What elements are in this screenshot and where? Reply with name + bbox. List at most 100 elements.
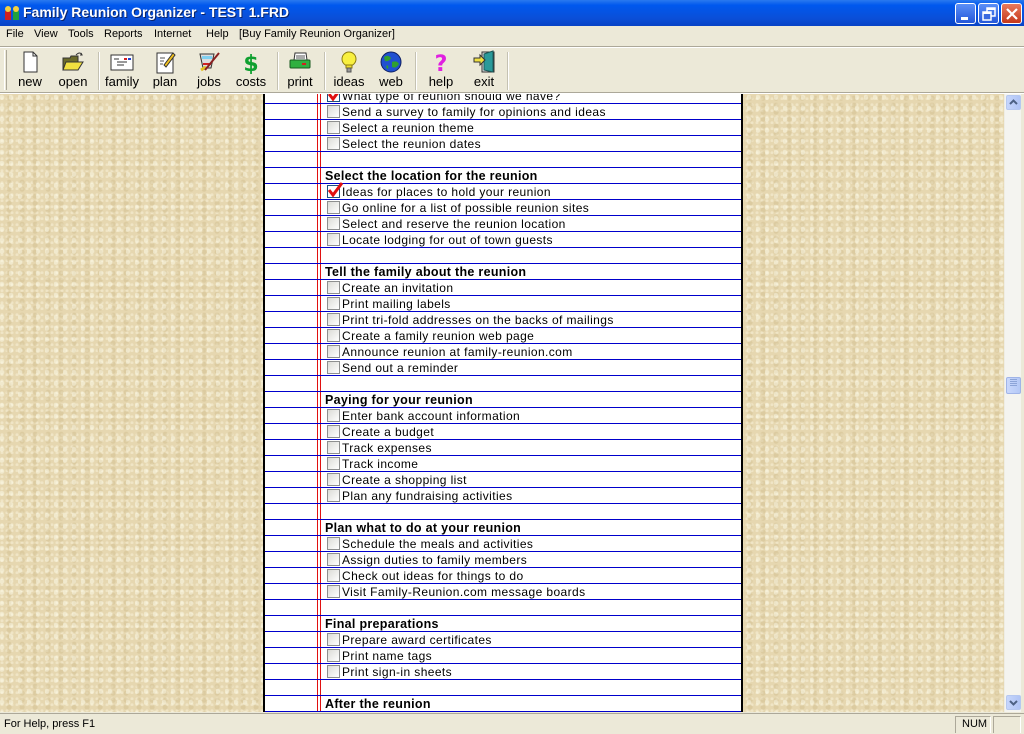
minimize-button[interactable] [955,3,976,24]
menu-file[interactable]: File [6,28,24,40]
checklist-item[interactable]: Print sign-in sheets [265,664,741,680]
checklist-item[interactable]: Print mailing labels [265,296,741,312]
section-heading-text: Tell the family about the reunion [325,265,527,279]
toolbar-costs-button[interactable]: $ costs [232,50,270,90]
close-button[interactable] [1001,3,1022,24]
task-checkbox[interactable] [327,425,340,438]
exit-door-icon [473,50,495,73]
checklist-item[interactable]: Announce reunion at family-reunion.com [265,344,741,360]
toolbar-help-label: help [428,74,454,89]
checklist-item[interactable]: Track income [265,456,741,472]
checklist-item[interactable]: Plan any fundraising activities [265,488,741,504]
toolbar: new open family plan jobs $ costs print [0,48,1024,92]
checklist-item[interactable]: Enter bank account information [265,408,741,424]
toolbar-exit-button[interactable]: exit [467,50,501,90]
jobs-bucket-icon [199,52,220,72]
checklist-item[interactable]: Create a family reunion web page [265,328,741,344]
checklist-item[interactable]: Select and reserve the reunion location [265,216,741,232]
checklist-item[interactable]: Ideas for places to hold your reunion [265,182,741,200]
checklist-item[interactable]: Visit Family-Reunion.com message boards [265,584,741,600]
restore-button[interactable] [978,3,999,24]
task-checkbox[interactable] [327,182,343,198]
checklist-item[interactable]: Select the reunion dates [265,136,741,152]
toolbar-new-label: new [18,74,42,89]
checklist-item[interactable]: Prepare award certificates [265,632,741,648]
task-checkbox[interactable] [327,329,340,342]
toolbar-open-button[interactable]: open [55,50,91,90]
toolbar-ideas-button[interactable]: ideas [330,50,368,90]
title-bar[interactable]: Family Reunion Organizer - TEST 1.FRD [0,0,1024,26]
checklist-item[interactable]: Go online for a list of possible reunion… [265,200,741,216]
checklist-item[interactable]: Send out a reminder [265,360,741,376]
toolbar-costs-label: costs [235,74,267,89]
task-label: Track expenses [342,441,432,455]
scroll-up-button[interactable] [1006,95,1021,110]
task-checkbox[interactable] [327,217,340,230]
toolbar-family-button[interactable]: family [103,50,141,90]
task-checkbox[interactable] [327,441,340,454]
task-checkbox[interactable] [327,297,340,310]
toolbar-new-button[interactable]: new [14,50,46,90]
task-checkbox[interactable] [327,201,340,214]
toolbar-jobs-button[interactable]: jobs [192,50,226,90]
toolbar-plan-button[interactable]: plan [148,50,182,90]
task-checkbox[interactable] [327,649,340,662]
task-checkbox[interactable] [327,569,340,582]
task-checkbox[interactable] [327,233,340,246]
section-heading-text: Plan what to do at your reunion [325,521,522,535]
printer-icon [289,52,311,69]
task-checkbox[interactable] [327,105,340,118]
checklist-item[interactable]: Assign duties to family members [265,552,741,568]
svg-text:?: ? [435,52,448,74]
menu-buy[interactable]: [Buy Family Reunion Organizer] [239,28,395,40]
task-checkbox[interactable] [327,489,340,502]
checklist-item[interactable]: Select a reunion theme [265,120,741,136]
checklist-item[interactable]: Print name tags [265,648,741,664]
scroll-down-button[interactable] [1006,695,1021,710]
num-lock-indicator: NUM [962,718,988,730]
task-checkbox[interactable] [327,409,340,422]
task-checkbox[interactable] [327,281,340,294]
status-panel-empty [993,716,1021,733]
task-checkbox[interactable] [327,345,340,358]
vertical-scrollbar[interactable] [1004,94,1021,712]
checklist-item[interactable]: Track expenses [265,440,741,456]
toolbar-web-button[interactable]: web [374,50,408,90]
checklist-item[interactable]: Create a shopping list [265,472,741,488]
scroll-thumb[interactable] [1006,377,1021,395]
task-checkbox[interactable] [327,121,340,134]
menu-internet[interactable]: Internet [154,28,191,40]
task-label: Go online for a list of possible reunion… [342,201,590,215]
checklist-item[interactable]: Create a budget [265,424,741,440]
menu-view[interactable]: View [34,28,58,40]
content-area: What type of reunion should we have? Send… [0,94,1004,712]
task-checkbox[interactable] [327,537,340,550]
task-checkbox[interactable] [327,665,340,678]
task-checkbox[interactable] [327,553,340,566]
restore-icon [982,7,996,21]
menu-tools[interactable]: Tools [68,28,94,40]
checklist-item[interactable]: Send a survey to family for opinions and… [265,104,741,120]
toolbar-print-button[interactable]: print [283,50,317,90]
task-checkbox[interactable] [327,313,340,326]
checklist-item[interactable]: Check out ideas for things to do [265,568,741,584]
task-checkbox[interactable] [327,361,340,374]
task-label: Prepare award certificates [342,633,492,647]
task-checkbox[interactable] [327,633,340,646]
task-checkbox[interactable] [327,137,340,150]
task-checkbox[interactable] [327,457,340,470]
status-bar: For Help, press F1 NUM [0,713,1024,734]
toolbar-grip[interactable] [4,50,7,90]
menu-reports[interactable]: Reports [104,28,143,40]
checklist-item[interactable]: Create an invitation [265,280,741,296]
checklist-item[interactable]: What type of reunion should we have? [265,94,741,104]
task-checkbox[interactable] [327,473,340,486]
checklist-item[interactable]: Locate lodging for out of town guests [265,232,741,248]
checklist-item[interactable]: Print tri-fold addresses on the backs of… [265,312,741,328]
task-checkbox[interactable] [327,585,340,598]
checklist-item[interactable]: Schedule the meals and activities [265,536,741,552]
task-checkbox[interactable] [327,94,340,102]
task-label: Create a family reunion web page [342,329,535,343]
toolbar-help-button[interactable]: ? help [424,50,458,90]
menu-help[interactable]: Help [206,28,229,40]
